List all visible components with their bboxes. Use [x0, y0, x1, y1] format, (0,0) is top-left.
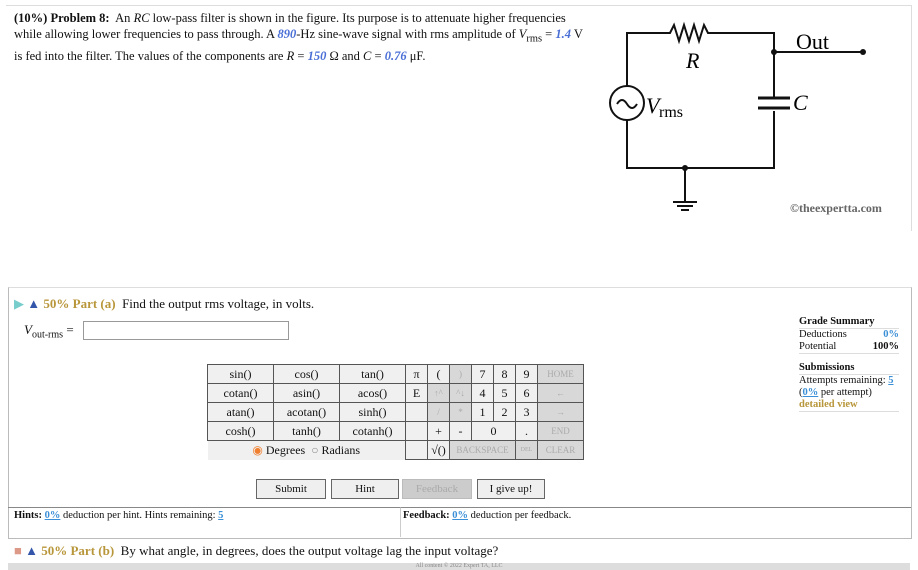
key-plus[interactable]: +	[427, 421, 450, 441]
key-tan[interactable]: tan()	[339, 364, 406, 384]
submit-button[interactable]: Submit	[256, 479, 326, 499]
copyright: ©theexpertta.com	[790, 201, 882, 215]
key-rparen[interactable]: )	[449, 364, 472, 384]
feedback-button[interactable]: Feedback	[402, 479, 472, 499]
part-a-title: ▶ ▲ 50% Part (a) Find the output rms vol…	[14, 296, 315, 311]
key-6[interactable]: 6	[515, 383, 538, 403]
key-left[interactable]: ←	[537, 383, 584, 403]
key-clear[interactable]: CLEAR	[537, 440, 584, 460]
key-blank	[405, 402, 428, 422]
capacitor-icon	[758, 96, 790, 110]
key-home[interactable]: HOME	[537, 364, 584, 384]
key-sqrt[interactable]: √()	[427, 440, 450, 460]
key-blank	[405, 421, 428, 441]
key-acos[interactable]: acos()	[339, 383, 406, 403]
key-divide[interactable]: /	[427, 402, 450, 422]
key-cotan[interactable]: cotan()	[207, 383, 274, 403]
key-5[interactable]: 5	[493, 383, 516, 403]
label-r: R	[685, 48, 700, 73]
key-asin[interactable]: asin()	[273, 383, 340, 403]
key-sin[interactable]: sin()	[207, 364, 274, 384]
answer-label: Vout-rms =	[24, 322, 74, 341]
key-4[interactable]: 4	[471, 383, 494, 403]
warning-icon: ▲	[27, 296, 41, 311]
radio-radians[interactable]: ○	[311, 443, 318, 457]
key-0[interactable]: 0	[471, 421, 516, 441]
label-out: Out	[796, 29, 829, 54]
grade-summary: Grade Summary Deductions 0% Potential 100%…	[799, 316, 899, 412]
key-7[interactable]: 7	[471, 364, 494, 384]
key-2[interactable]: 2	[493, 402, 516, 422]
hint-button[interactable]: Hint	[331, 479, 399, 499]
key-backspace[interactable]: BACKSPACE	[449, 440, 516, 460]
detailed-view-link[interactable]: detailed view	[799, 399, 899, 412]
angle-mode: ◉ Degrees ○ Radians	[207, 440, 406, 460]
key-1[interactable]: 1	[471, 402, 494, 422]
key-8[interactable]: 8	[493, 364, 516, 384]
key-lparen[interactable]: (	[427, 364, 450, 384]
key-acotan[interactable]: acotan()	[273, 402, 340, 422]
hints-info: Hints: 0% deduction per hint. Hints rema…	[8, 507, 400, 537]
key-up[interactable]: ↑^	[427, 383, 450, 403]
key-minus[interactable]: -	[449, 421, 472, 441]
key-cotanh[interactable]: cotanh()	[339, 421, 406, 441]
play-icon[interactable]: ▶	[14, 296, 24, 311]
key-right[interactable]: →	[537, 402, 584, 422]
key-dot[interactable]: .	[515, 421, 538, 441]
key-pi[interactable]: π	[405, 364, 428, 384]
key-cosh[interactable]: cosh()	[207, 421, 274, 441]
key-3[interactable]: 3	[515, 402, 538, 422]
radio-degrees[interactable]: ◉	[252, 443, 262, 457]
keypad: sin() cos() tan() π() 7 8 9 HOME cotan() asin()…	[207, 364, 584, 460]
answer-input[interactable]	[83, 321, 289, 340]
problem-statement: (10%) Problem 8: An RC low-pass filter i…	[14, 11, 583, 63]
label-c: C	[793, 90, 808, 115]
footer: All content © 2022 Expert TA, LLC	[8, 563, 910, 570]
key-down[interactable]: ^↓	[449, 383, 472, 403]
key-multiply[interactable]: *	[449, 402, 472, 422]
circuit-diagram: Out R C V rms ©theexpertta.com	[609, 21, 882, 215]
key-cos[interactable]: cos()	[273, 364, 340, 384]
key-end[interactable]: END	[537, 421, 584, 441]
key-del[interactable]: DEL	[515, 440, 538, 460]
key-blank	[405, 440, 428, 460]
label-vsub: rms	[659, 104, 683, 121]
key-sinh[interactable]: sinh()	[339, 402, 406, 422]
feedback-info: Feedback: 0% deduction per feedback.	[400, 507, 911, 537]
key-e[interactable]: E	[405, 383, 428, 403]
warning-icon: ▲	[25, 543, 38, 558]
key-atan[interactable]: atan()	[207, 402, 274, 422]
collapsed-icon[interactable]: ■	[14, 543, 22, 558]
key-9[interactable]: 9	[515, 364, 538, 384]
key-tanh[interactable]: tanh()	[273, 421, 340, 441]
give-up-button[interactable]: I give up!	[477, 479, 545, 499]
part-b-title[interactable]: ■ ▲ 50% Part (b) By what angle, in degre…	[14, 543, 498, 559]
